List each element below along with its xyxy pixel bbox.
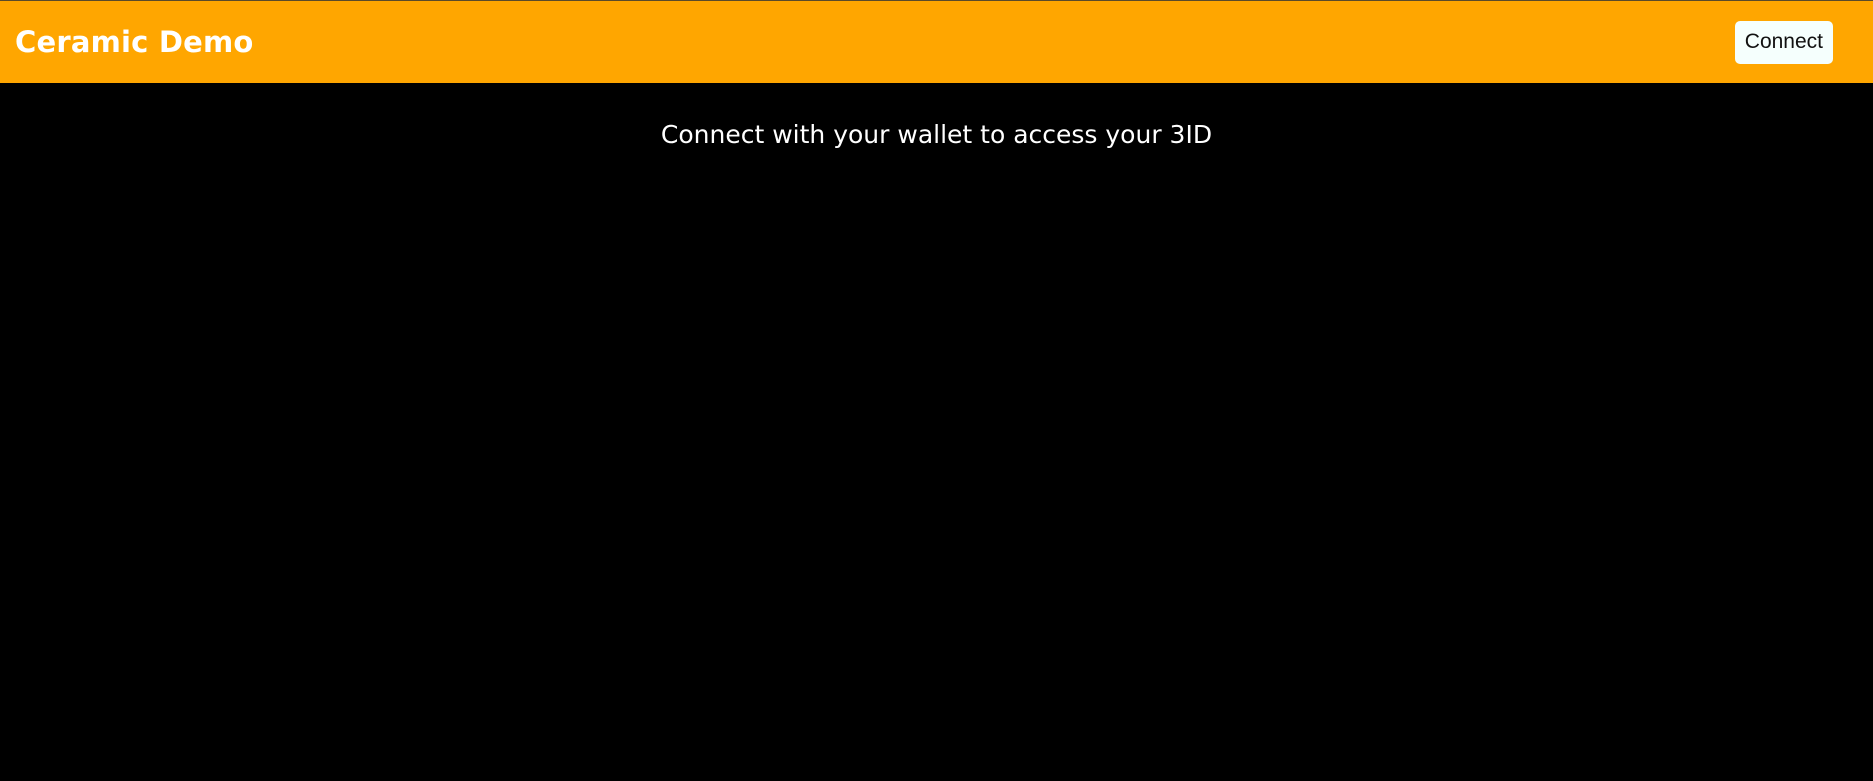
main-content: Connect with your wallet to access your … [0,83,1873,781]
app-title: Ceramic Demo [15,25,254,59]
app-header: Ceramic Demo Connect [0,1,1873,83]
connect-button[interactable]: Connect [1734,20,1833,64]
connect-prompt: Connect with your wallet to access your … [660,120,1213,149]
